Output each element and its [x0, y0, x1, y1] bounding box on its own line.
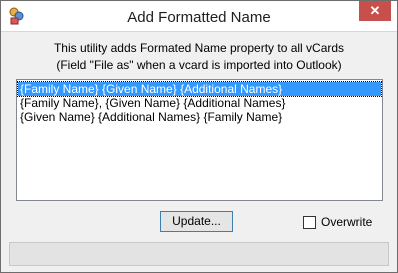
title-bar[interactable]: Add Formatted Name ✕: [1, 1, 397, 32]
overwrite-option[interactable]: Overwrite: [303, 214, 372, 230]
overwrite-label[interactable]: Overwrite: [321, 215, 372, 229]
list-item[interactable]: {Given Name} {Additional Names} {Family …: [18, 110, 381, 124]
update-button[interactable]: Update...: [160, 211, 233, 232]
list-item[interactable]: {Family Name} {Given Name} {Additional N…: [17, 81, 382, 97]
window-title: Add Formatted Name: [127, 9, 271, 26]
dialog-window: Add Formatted Name ✕ This utility adds F…: [0, 0, 398, 273]
description-line-2: (Field "File as" when a vcard is importe…: [56, 58, 342, 72]
description-line-1: This utility adds Formated Name property…: [53, 41, 345, 55]
list-item[interactable]: {Family Name}, {Given Name} {Additional …: [18, 96, 381, 110]
close-icon: ✕: [369, 3, 381, 18]
format-listbox[interactable]: {Family Name} {Given Name} {Additional N…: [16, 79, 383, 201]
overwrite-checkbox[interactable]: [303, 215, 316, 229]
close-button[interactable]: ✕: [359, 1, 391, 21]
status-bar: [9, 242, 389, 266]
